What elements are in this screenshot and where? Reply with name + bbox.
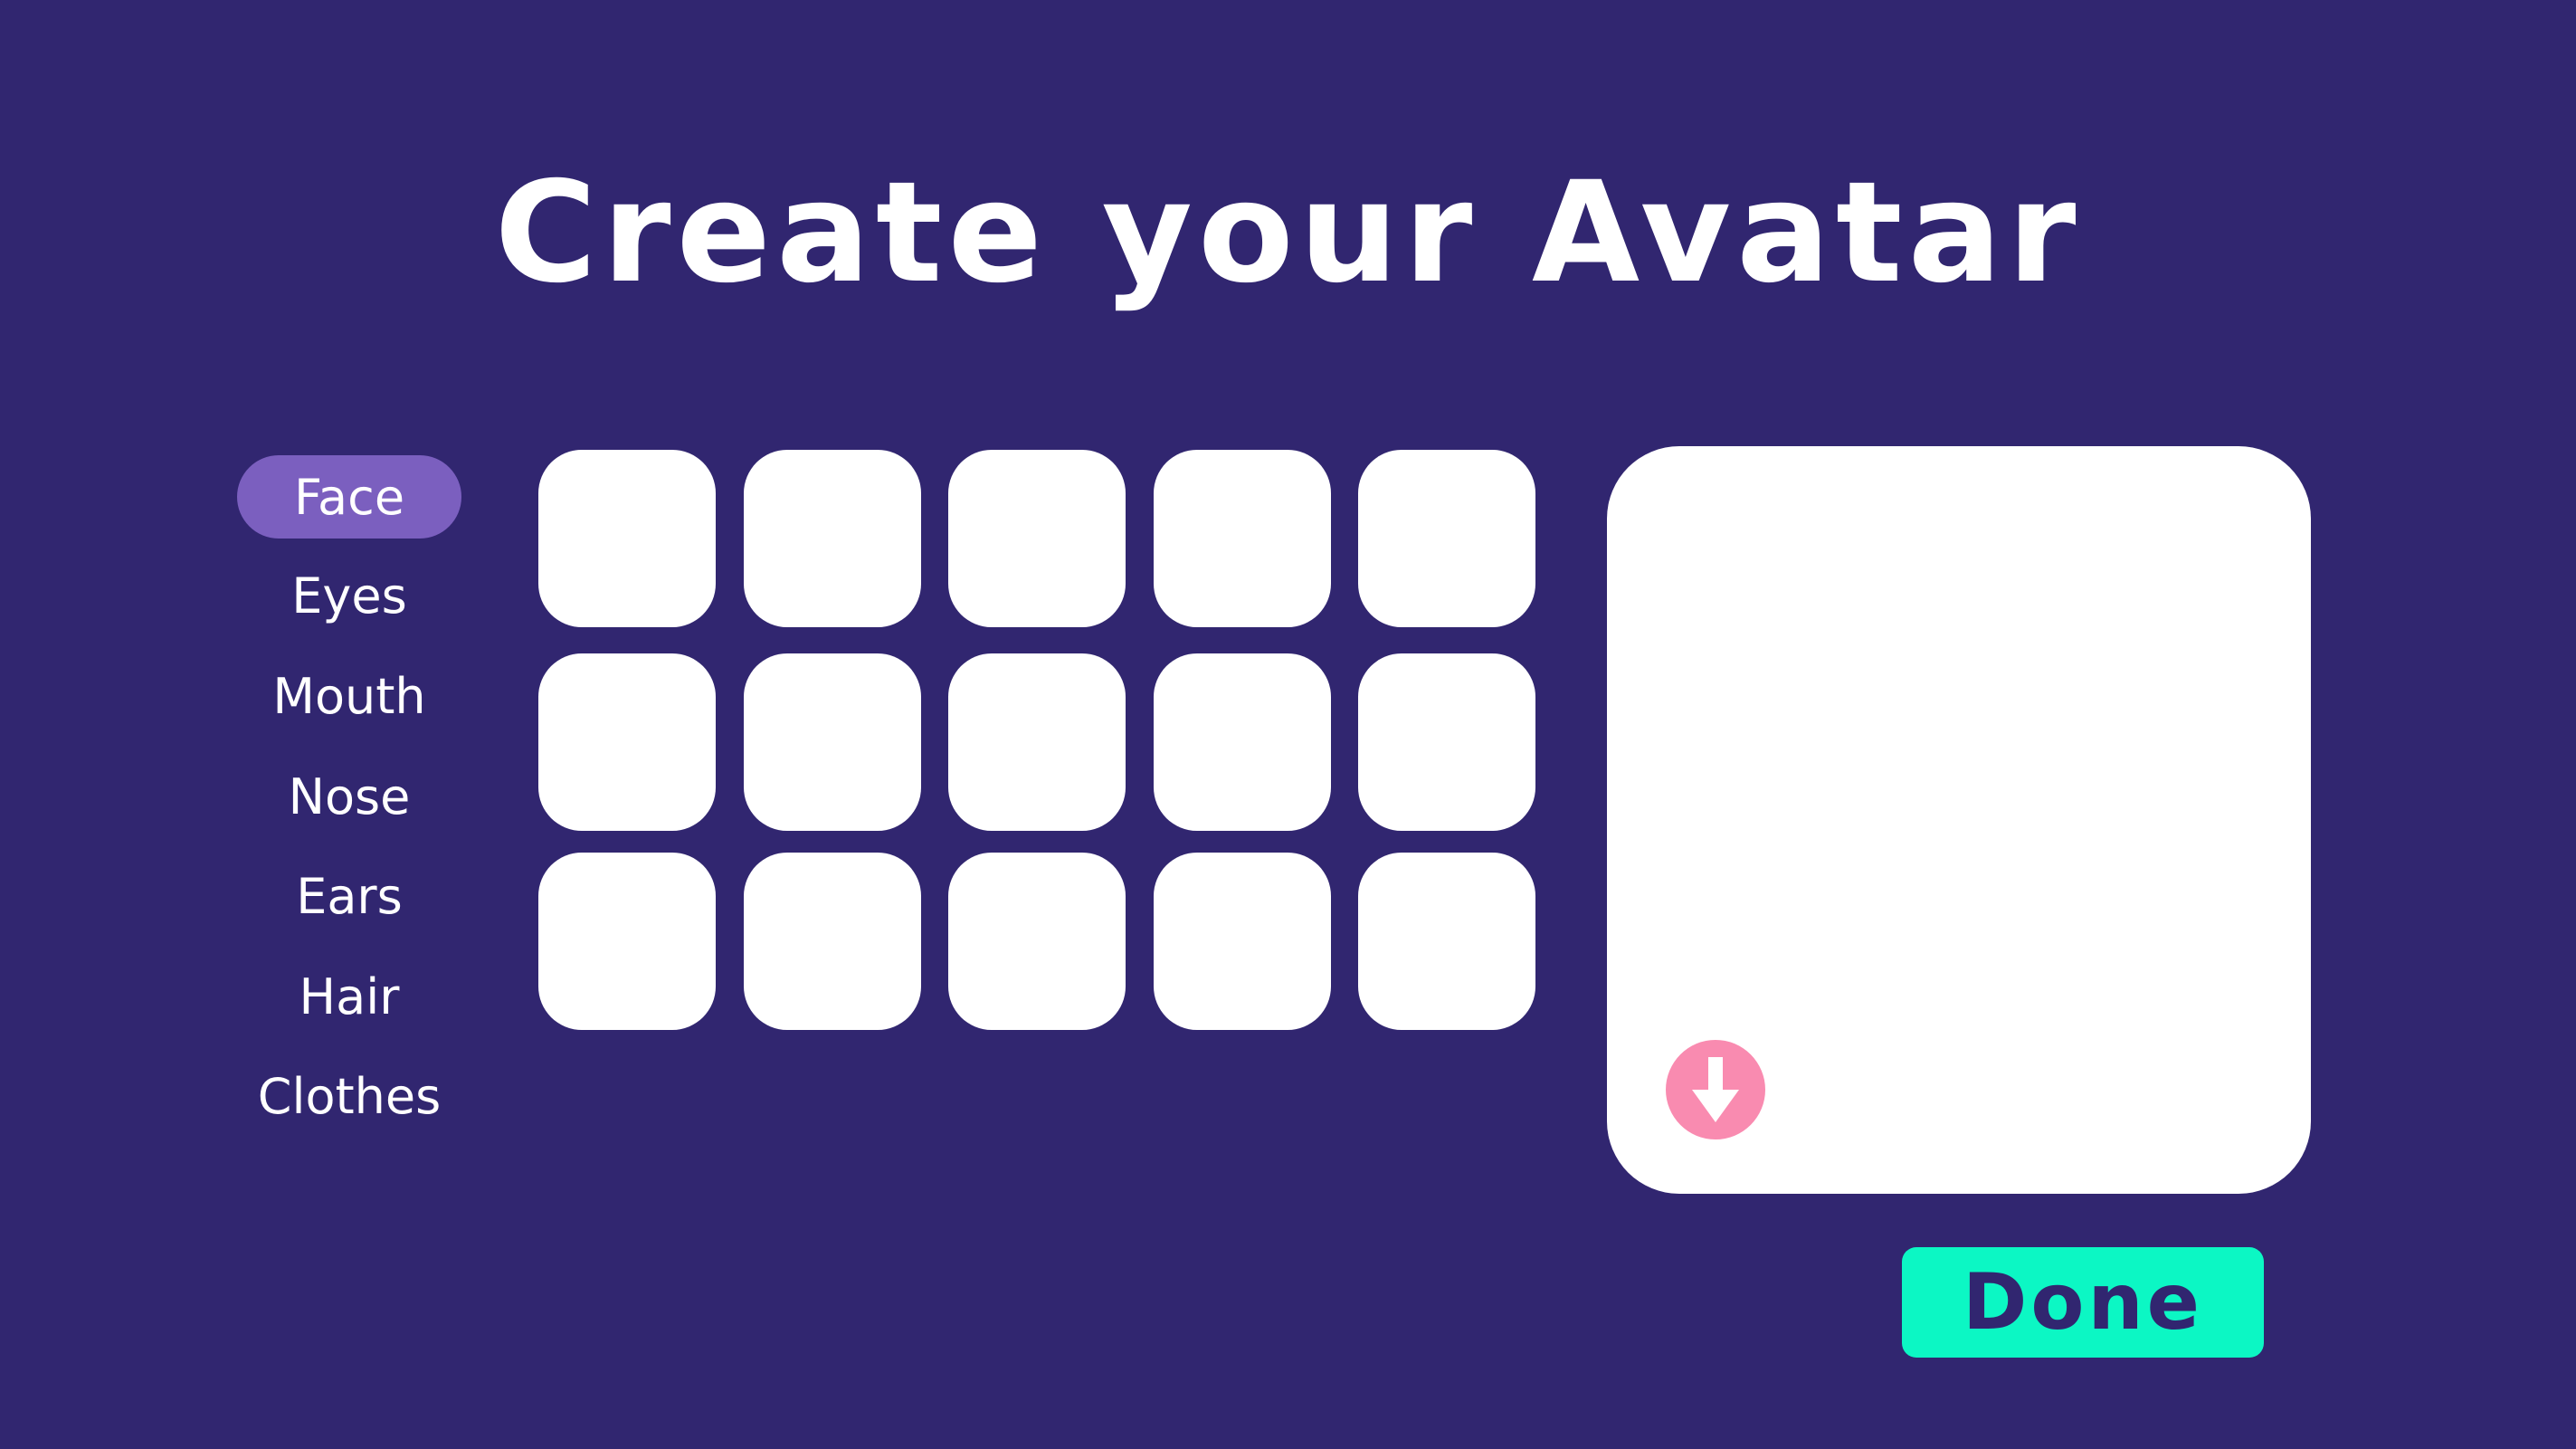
option-tile[interactable] <box>1154 653 1331 831</box>
option-tile[interactable] <box>1358 853 1535 1030</box>
option-tile[interactable] <box>948 450 1126 627</box>
option-tile[interactable] <box>538 853 716 1030</box>
download-button[interactable] <box>1666 1040 1765 1139</box>
menu-item-eyes[interactable]: Eyes <box>237 554 461 637</box>
option-tile[interactable] <box>1154 450 1331 627</box>
option-tile[interactable] <box>1358 450 1535 627</box>
arrow-down-icon <box>1692 1057 1739 1122</box>
menu-item-hair[interactable]: Hair <box>237 955 461 1038</box>
option-tile[interactable] <box>744 450 921 627</box>
menu-item-face[interactable]: Face <box>237 455 461 539</box>
menu-item-mouth[interactable]: Mouth <box>237 654 461 738</box>
menu-item-nose[interactable]: Nose <box>237 755 461 838</box>
done-button[interactable]: Done <box>1902 1247 2264 1358</box>
option-tile[interactable] <box>948 653 1126 831</box>
option-tile[interactable] <box>1154 853 1331 1030</box>
avatar-preview <box>1607 446 2311 1194</box>
option-tile[interactable] <box>538 653 716 831</box>
option-tile[interactable] <box>744 853 921 1030</box>
menu-item-clothes[interactable]: Clothes <box>237 1054 461 1138</box>
option-tile[interactable] <box>948 853 1126 1030</box>
option-tile[interactable] <box>1358 653 1535 831</box>
menu-item-ears[interactable]: Ears <box>237 854 461 938</box>
page-title: Create your Avatar <box>494 152 2082 314</box>
option-tile[interactable] <box>744 653 921 831</box>
option-tile[interactable] <box>538 450 716 627</box>
